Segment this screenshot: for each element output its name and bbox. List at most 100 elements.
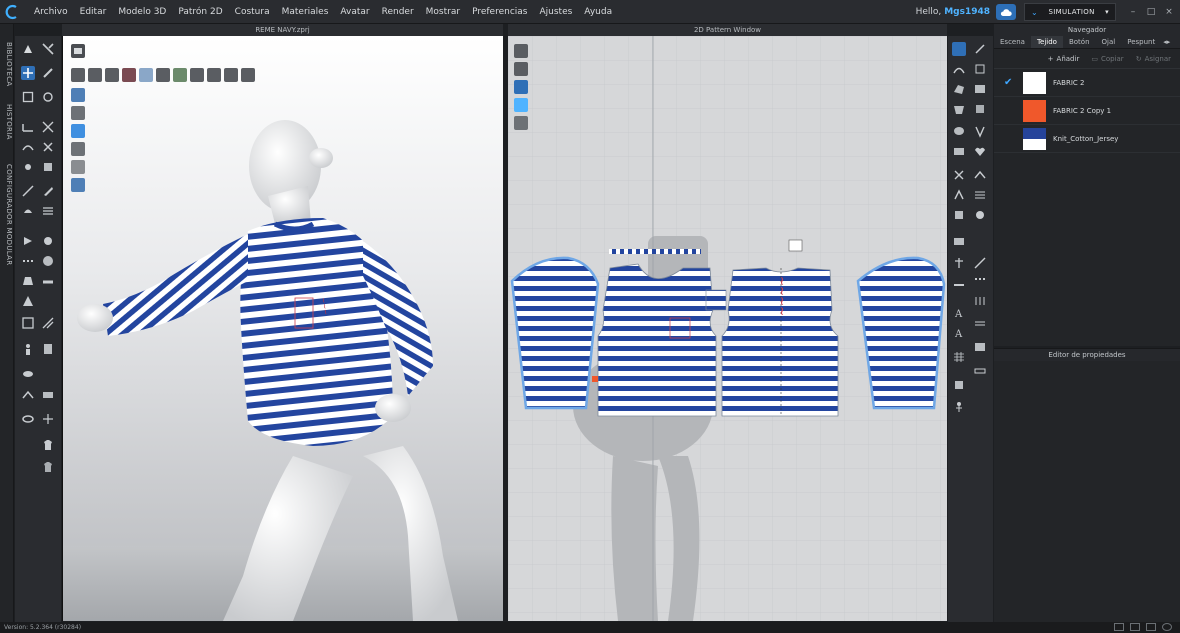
pattern-grid-icon[interactable]	[952, 350, 966, 364]
menu-preferencias[interactable]: Preferencias	[466, 0, 533, 24]
seam-tool-icon[interactable]	[21, 140, 35, 154]
isolate-tool-icon[interactable]	[41, 412, 55, 426]
pattern-piece-front[interactable]	[597, 263, 717, 417]
ellipse-tool-icon[interactable]	[952, 124, 966, 138]
list-item[interactable]: ✔ FABRIC 2	[994, 69, 1180, 97]
text-tool-icon[interactable]: A	[952, 306, 966, 320]
pattern-piece-right-sleeve[interactable]	[856, 256, 946, 410]
pattern-select-icon[interactable]	[514, 44, 528, 58]
viewport-2d[interactable]: ~~~~	[508, 36, 947, 621]
menu-ajustes[interactable]: Ajustes	[533, 0, 578, 24]
pattern-camera-icon[interactable]	[952, 234, 966, 248]
menu-editar[interactable]: Editar	[74, 0, 113, 24]
menu-mostrar[interactable]: Mostrar	[420, 0, 466, 24]
fold-tool-icon[interactable]	[41, 42, 55, 56]
hanger-tool-icon[interactable]	[21, 388, 35, 402]
show-texture-icon[interactable]	[139, 68, 153, 82]
menu-ayuda[interactable]: Ayuda	[578, 0, 618, 24]
maximize-icon[interactable]: □	[1144, 5, 1158, 19]
internal-polygon-icon[interactable]	[952, 102, 966, 116]
move-tool-icon[interactable]	[21, 66, 35, 80]
line-segment-icon[interactable]	[973, 256, 987, 270]
seam-point-marker[interactable]	[592, 376, 598, 382]
rectangle-tool-icon[interactable]	[973, 82, 987, 96]
avatar-pose-icon[interactable]	[21, 342, 35, 356]
list-item[interactable]: FABRIC 2 Copy 1	[994, 97, 1180, 125]
mirror-pattern-icon[interactable]	[952, 256, 966, 270]
simulation-mode-dropdown[interactable]: ⌄ SIMULATION ▾	[1024, 3, 1116, 21]
texture-tool-icon[interactable]	[21, 316, 35, 330]
selection-handle[interactable]	[788, 239, 803, 252]
internal-rectangle-icon[interactable]	[973, 102, 987, 116]
menu-materiales[interactable]: Materiales	[276, 0, 335, 24]
pattern-edit-icon[interactable]	[514, 62, 528, 76]
shirt-front-icon[interactable]	[41, 438, 55, 452]
ruler-tool-icon[interactable]	[973, 364, 987, 378]
transform-pattern-icon[interactable]	[952, 42, 966, 56]
tab-historia[interactable]: HISTORIA	[1, 104, 13, 140]
copy-fabric-button[interactable]: ▭ Copiar	[1088, 54, 1126, 64]
fabric-thickness-icon[interactable]	[71, 124, 85, 138]
paint-tool-icon[interactable]	[21, 204, 35, 218]
tab-ojal[interactable]: Ojal	[1096, 36, 1122, 48]
show-avatar-icon[interactable]	[71, 68, 85, 82]
viewport-3d[interactable]: ~~~	[62, 36, 503, 621]
annotation-tool-icon[interactable]: A	[952, 326, 966, 340]
show-mesh-icon[interactable]	[156, 68, 170, 82]
strengthen-tool-icon[interactable]	[41, 120, 55, 134]
render-mode-icon[interactable]	[71, 88, 85, 102]
show-measure-icon[interactable]	[224, 68, 238, 82]
seam-allowance-icon[interactable]	[973, 294, 987, 308]
graphic-tool-icon[interactable]	[41, 316, 55, 330]
dart-tool-icon[interactable]	[973, 124, 987, 138]
tab-boton[interactable]: Botón	[1063, 36, 1096, 48]
trace-tool-icon[interactable]	[952, 144, 966, 158]
grid-display-icon[interactable]	[71, 178, 85, 192]
layout-split-icon[interactable]	[1130, 623, 1140, 631]
polygon-tool-icon[interactable]	[952, 82, 966, 96]
lighting-icon[interactable]	[71, 106, 85, 120]
fold-line-icon[interactable]	[952, 278, 966, 292]
pattern-lock-icon[interactable]	[514, 116, 528, 130]
minimize-icon[interactable]: –	[1126, 5, 1140, 19]
menu-render[interactable]: Render	[376, 0, 420, 24]
tab-biblioteca[interactable]: BIBLIOTECA	[1, 42, 13, 87]
tab-tejido[interactable]: Tejido	[1030, 36, 1063, 48]
line-tool-icon[interactable]	[21, 184, 35, 198]
user-name[interactable]: Mgs1948	[944, 7, 990, 17]
menu-avatar[interactable]: Avatar	[334, 0, 375, 24]
select-mesh-tool-icon[interactable]	[21, 42, 35, 56]
layout-single-icon[interactable]	[1114, 623, 1124, 631]
settings-icon[interactable]	[1162, 623, 1172, 631]
pattern-piece-left-sleeve[interactable]	[510, 256, 600, 410]
pattern-piece-small[interactable]	[705, 289, 727, 311]
edit-sewing-icon[interactable]	[952, 188, 966, 202]
edit-pattern-icon[interactable]	[973, 42, 987, 56]
shirt-back-icon[interactable]	[41, 460, 55, 474]
fit-tool-icon[interactable]	[41, 160, 55, 174]
show-fit-map-icon[interactable]	[190, 68, 204, 82]
avatar-size-icon[interactable]	[41, 342, 55, 356]
show-garment-icon[interactable]	[88, 68, 102, 82]
topstitch-tool-icon[interactable]	[21, 254, 35, 268]
tab-escena[interactable]: Escena	[994, 36, 1031, 48]
menu-patron-2d[interactable]: Patrón 2D	[172, 0, 228, 24]
piping-tool-icon[interactable]	[41, 274, 55, 288]
baseline-tool-icon[interactable]	[973, 340, 987, 354]
puckering-tool-icon[interactable]	[21, 274, 35, 288]
free-sewing-icon[interactable]	[973, 168, 987, 182]
segment-sewing-icon[interactable]	[952, 168, 966, 182]
buttonhole-tool-icon[interactable]	[41, 234, 55, 248]
pattern-pose-icon[interactable]	[952, 400, 966, 414]
shirring-tool-icon[interactable]	[21, 294, 35, 308]
menu-modelo-3d[interactable]: Modelo 3D	[112, 0, 172, 24]
arrangement-point-icon[interactable]	[21, 366, 35, 380]
heart-shape-icon[interactable]	[973, 144, 987, 158]
button-tool-icon[interactable]	[21, 234, 35, 248]
assign-fabric-button[interactable]: ↻ Asignar	[1133, 54, 1174, 64]
show-xray-icon[interactable]	[241, 68, 255, 82]
back-print-graphic[interactable]: ~~~~	[775, 276, 789, 316]
pattern-piece-collar[interactable]	[609, 249, 701, 254]
sewing-pattern-icon[interactable]	[973, 188, 987, 202]
edit-curvature-icon[interactable]	[952, 62, 966, 76]
